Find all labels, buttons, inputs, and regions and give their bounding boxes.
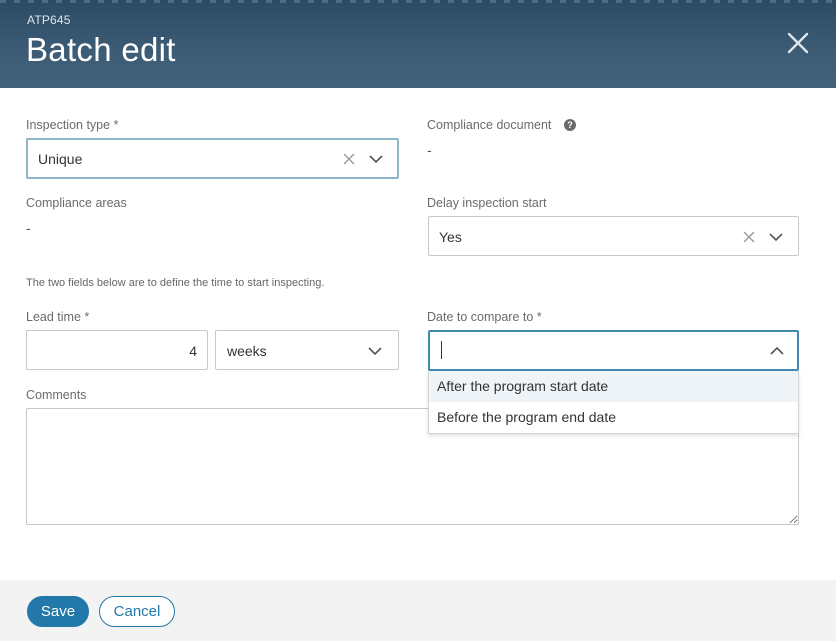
clear-delay-inspection-button[interactable]: [742, 230, 756, 249]
compliance-document-label: Compliance document: [427, 118, 552, 132]
lead-time-unit-value: weeks: [227, 343, 267, 359]
header-decoration: [0, 0, 836, 3]
lead-time-label: Lead time *: [26, 310, 90, 324]
comments-label: Comments: [26, 388, 87, 402]
dropdown-option-after-start[interactable]: After the program start date: [429, 371, 798, 402]
date-to-compare-dropdown: After the program start date Before the …: [428, 371, 799, 434]
modal-header: ATP645 Batch edit: [0, 0, 836, 88]
compliance-document-value: -: [427, 142, 432, 158]
lead-time-note: The two fields below are to define the t…: [26, 277, 325, 289]
dropdown-option-before-end[interactable]: Before the program end date: [429, 402, 798, 433]
delay-inspection-toggle[interactable]: [768, 230, 784, 249]
save-button[interactable]: Save: [27, 596, 89, 627]
inspection-type-label: Inspection type *: [26, 118, 119, 132]
chevron-down-icon: [769, 233, 783, 242]
chevron-up-icon: [770, 346, 784, 355]
chevron-down-icon: [369, 155, 383, 164]
lead-time-input[interactable]: 4: [26, 330, 208, 370]
lead-time-unit-select[interactable]: weeks: [215, 330, 399, 370]
inspection-type-toggle[interactable]: [368, 152, 384, 171]
inspection-type-select[interactable]: Unique: [26, 138, 399, 179]
clear-icon: [743, 231, 755, 243]
modal-title: Batch edit: [26, 31, 176, 68]
clear-icon: [343, 153, 355, 165]
date-to-compare-select[interactable]: [428, 330, 799, 371]
delay-inspection-start-label: Delay inspection start: [427, 196, 547, 210]
delay-inspection-start-value: Yes: [439, 229, 462, 245]
lead-time-value: 4: [189, 343, 197, 359]
clear-inspection-type-button[interactable]: [342, 152, 356, 171]
help-icon[interactable]: ?: [564, 119, 576, 131]
lead-time-unit-toggle[interactable]: [367, 344, 383, 363]
cancel-button[interactable]: Cancel: [99, 596, 175, 627]
date-to-compare-label: Date to compare to *: [427, 310, 542, 324]
compliance-areas-label: Compliance areas: [26, 196, 127, 210]
text-cursor: [441, 341, 442, 359]
modal-subtitle: ATP645: [27, 13, 71, 27]
close-button[interactable]: [782, 27, 814, 59]
inspection-type-value: Unique: [38, 151, 83, 167]
delay-inspection-start-select[interactable]: Yes: [428, 216, 799, 256]
close-icon: [787, 32, 809, 54]
compliance-areas-value: -: [26, 220, 31, 236]
chevron-down-icon: [368, 347, 382, 356]
date-to-compare-toggle[interactable]: [769, 344, 785, 363]
